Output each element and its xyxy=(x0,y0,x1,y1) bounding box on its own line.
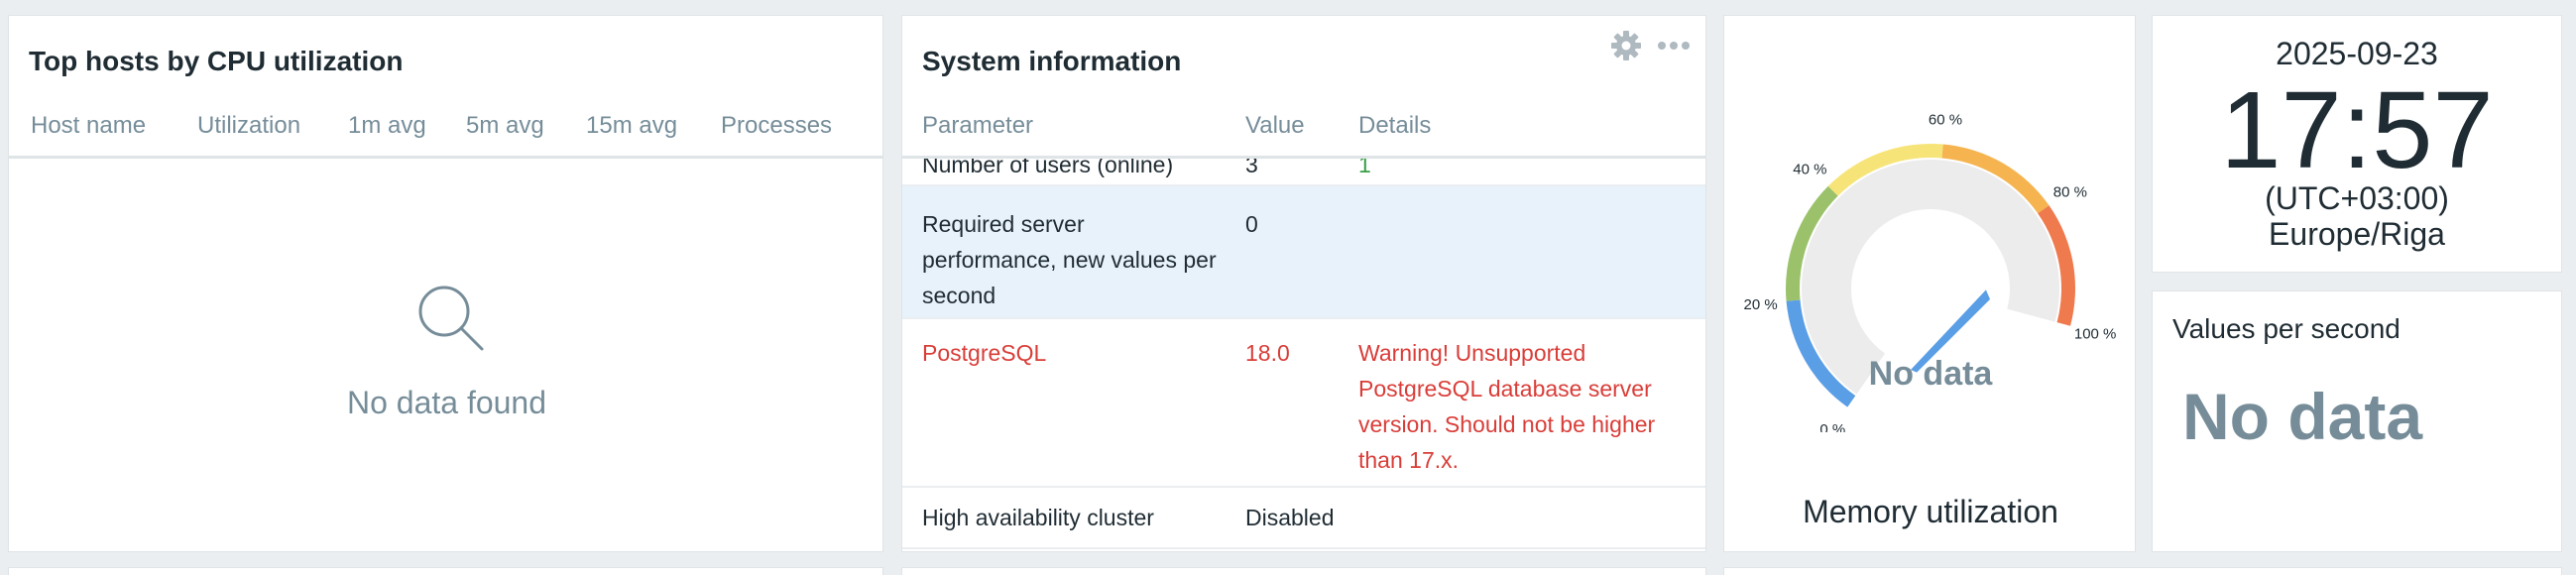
table-row: High availability cluster Disabled xyxy=(902,488,1705,549)
clock-time: 17:57 xyxy=(2220,69,2494,191)
column-header-processes[interactable]: Processes xyxy=(721,112,832,140)
widget-title: Values per second xyxy=(2172,313,2400,344)
gauge-value-text: No data xyxy=(1869,355,1994,393)
clock-timezone: (UTC+03:00) xyxy=(2265,180,2449,216)
gauge-scale-label: 0 % xyxy=(1819,421,1845,432)
system-information-widget: System information Parameter Value Detai… xyxy=(901,15,1706,552)
value-cell: 18.0 xyxy=(1245,340,1290,366)
memory-utilization-gauge-widget: 0 % 20 % 40 % 60 % 80 % 100 % No data Memory … xyxy=(1723,15,2136,552)
table-row: Required server performance, new values … xyxy=(902,186,1705,319)
clock-date: 2025-09-23 xyxy=(2276,36,2438,71)
next-widget-edge xyxy=(901,567,1706,575)
gauge-scale-label: 100 % xyxy=(2074,326,2117,343)
clock-city: Europe/Riga xyxy=(2269,216,2445,252)
column-header-5m-avg[interactable]: 5m avg xyxy=(466,112,544,140)
column-header-utilization[interactable]: Utilization xyxy=(197,112,300,140)
parameter-cell: Required server performance, new values … xyxy=(922,211,1217,308)
table-body: Number of users (online) 3 1 Required se… xyxy=(902,147,1705,551)
column-header-1m-avg[interactable]: 1m avg xyxy=(348,112,426,140)
widget-title: Top hosts by CPU utilization xyxy=(29,46,404,76)
gear-icon[interactable] xyxy=(1610,30,1642,61)
column-header-parameter: Parameter xyxy=(922,112,1034,139)
gauge-graphic: 0 % 20 % 40 % 60 % 80 % 100 % No data xyxy=(1744,112,2117,432)
details-cell: Warning! Unsupported PostgreSQL database… xyxy=(1358,340,1656,473)
next-widget-edge xyxy=(1723,567,2562,575)
next-widget-edge xyxy=(8,567,883,575)
search-icon xyxy=(418,286,484,351)
values-per-second-widget: Values per second No data xyxy=(2152,290,2562,552)
gauge-scale-label: 60 % xyxy=(1929,112,1962,129)
gauge-scale-label: 20 % xyxy=(1744,296,1778,313)
gauge-title: Memory utilization xyxy=(1803,494,2058,529)
column-header-value: Value xyxy=(1245,112,1305,139)
value-cell: Disabled xyxy=(1245,505,1335,530)
table-row: PostgreSQL 18.0 Warning! Unsupported Pos… xyxy=(902,319,1705,488)
parameter-cell: PostgreSQL xyxy=(922,340,1047,366)
clock-widget: 2025-09-23 17:57 (UTC+03:00) Europe/Riga xyxy=(2152,15,2562,273)
column-header-host-name[interactable]: Host name xyxy=(31,112,146,140)
parameter-cell: High availability cluster xyxy=(922,505,1154,530)
column-header-15m-avg[interactable]: 15m avg xyxy=(586,112,677,140)
widget-title: System information xyxy=(922,46,1182,76)
more-options-icon[interactable] xyxy=(1656,30,1692,61)
gauge-scale-label: 80 % xyxy=(2053,183,2087,200)
no-data-message: No data found xyxy=(346,385,547,420)
top-hosts-widget: Top hosts by CPU utilization Host name U… xyxy=(8,15,883,552)
table-header: Host name Utilization 1m avg 5m avg 15m … xyxy=(9,95,882,159)
table-header: Parameter Value Details xyxy=(902,95,1705,159)
value-cell: 0 xyxy=(1245,211,1258,237)
gauge-scale-label: 40 % xyxy=(1793,161,1826,177)
column-header-details: Details xyxy=(1358,112,1432,139)
values-per-second-value: No data xyxy=(2182,380,2423,453)
